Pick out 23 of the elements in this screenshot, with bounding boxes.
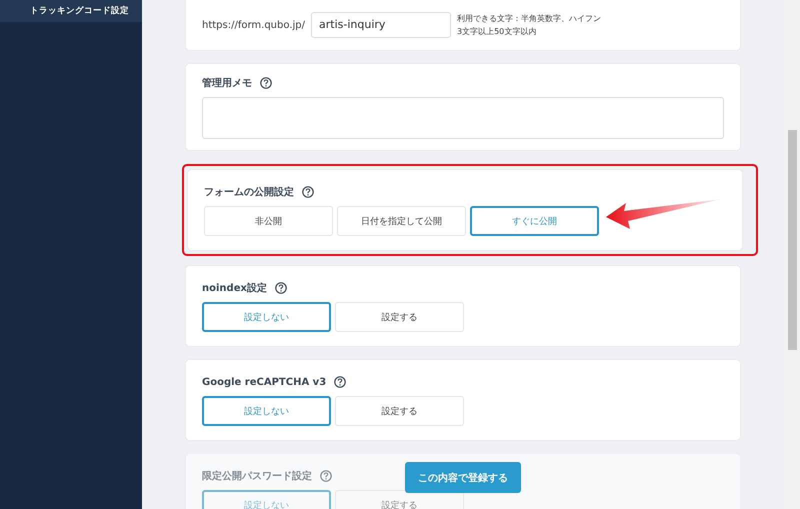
help-icon[interactable]: [302, 186, 314, 198]
url-prefix: https://form.qubo.jp/: [202, 20, 305, 30]
hint-text: 3文字以上50文字以内: [457, 26, 538, 38]
memo-text-field[interactable]: [202, 97, 724, 139]
option-button[interactable]: すぐに公開: [470, 206, 599, 236]
option-button[interactable]: 設定しない: [202, 396, 331, 426]
option-button[interactable]: 非公開: [204, 206, 333, 236]
sidebar-item[interactable]: トラッキングコード設定: [0, 0, 142, 22]
option-button[interactable]: 設定する: [335, 302, 464, 332]
option-button[interactable]: 日付を指定して公開: [337, 206, 466, 236]
help-icon[interactable]: [260, 77, 272, 89]
scrollbar-thumb[interactable]: [788, 130, 797, 350]
section-title: 限定公開パスワード設定: [202, 469, 312, 483]
section-title: 管理用メモ: [202, 76, 252, 90]
help-icon[interactable]: [274, 282, 287, 294]
help-icon[interactable]: [334, 376, 346, 388]
hint-text: 利用できる文字：半角英数字、ハイフン: [457, 13, 601, 25]
section-title: フォームの公開設定: [204, 185, 294, 199]
slug-input-field[interactable]: artis-inquiry: [311, 12, 451, 38]
section-title: Google reCAPTCHA v3: [202, 376, 326, 388]
option-button[interactable]: 設定する: [335, 396, 464, 426]
section-title: noindex設定: [202, 281, 267, 295]
option-button[interactable]: 設定しない: [202, 302, 331, 332]
